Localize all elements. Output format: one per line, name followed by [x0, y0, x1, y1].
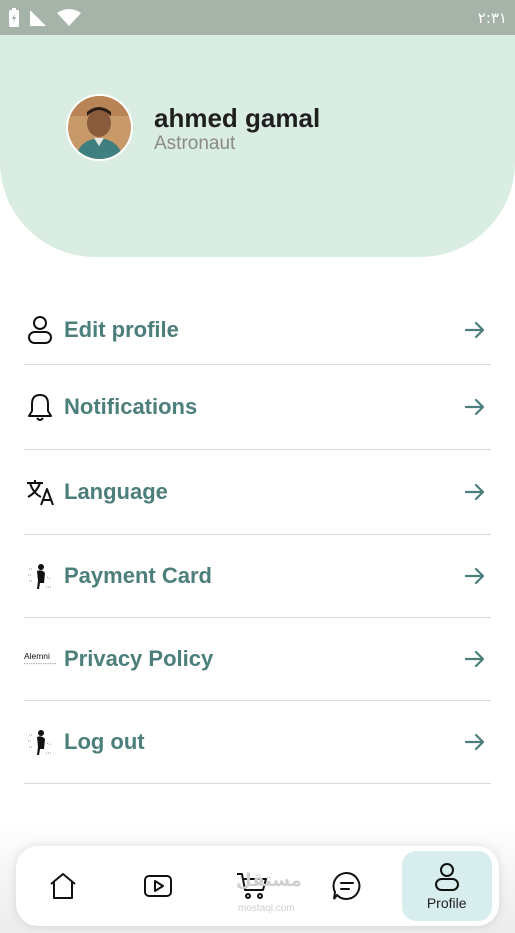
arrow-right-icon[interactable] — [463, 480, 487, 504]
figure-image-icon — [24, 726, 56, 758]
nav-profile[interactable]: Profile — [401, 851, 492, 921]
menu-label: Privacy Policy — [64, 646, 214, 671]
user-icon — [434, 862, 459, 891]
bell-icon — [24, 391, 56, 423]
wifi-icon — [57, 8, 81, 26]
settings-menu: Edit profile Notifications Language Paym… — [24, 296, 491, 784]
user-icon — [24, 314, 56, 346]
status-time: ٢:٣١ — [477, 8, 507, 27]
arrow-right-icon[interactable] — [463, 647, 487, 671]
svg-text:Alemni: Alemni — [24, 651, 50, 661]
menu-item-payment-card[interactable]: Payment Card — [24, 535, 491, 618]
nav-home[interactable] — [23, 851, 103, 921]
arrow-right-icon[interactable] — [463, 318, 487, 342]
arrow-right-icon[interactable] — [463, 395, 487, 419]
signal-icon — [30, 9, 46, 26]
menu-label: Edit profile — [64, 317, 179, 342]
menu-label: Log out — [64, 729, 145, 754]
play-icon — [143, 875, 172, 897]
user-name: ahmed gamal — [154, 103, 321, 133]
home-icon — [50, 873, 76, 899]
avatar[interactable] — [68, 96, 131, 159]
nav-cart[interactable] — [212, 851, 292, 921]
status-bar: ٢:٣١ — [0, 0, 515, 35]
menu-label: Language — [64, 479, 168, 504]
menu-item-language[interactable]: Language — [24, 450, 491, 535]
menu-label: Notifications — [64, 394, 198, 419]
menu-item-edit-profile[interactable]: Edit profile — [24, 296, 491, 365]
menu-item-log-out[interactable]: Log out — [24, 701, 491, 784]
chat-icon — [332, 871, 361, 900]
menu-item-privacy-policy[interactable]: Alemni Privacy Policy — [24, 618, 491, 701]
arrow-right-icon[interactable] — [463, 730, 487, 754]
battery-charging-icon — [9, 7, 19, 27]
translate-icon — [24, 476, 56, 508]
menu-item-notifications[interactable]: Notifications — [24, 365, 491, 450]
profile-header: ahmed gamal Astronaut — [0, 35, 515, 257]
alemni-logo-icon: Alemni — [24, 643, 56, 675]
nav-videos[interactable] — [118, 851, 198, 921]
menu-label: Payment Card — [64, 563, 212, 588]
figure-image-icon — [24, 560, 56, 592]
nav-chat[interactable] — [307, 851, 387, 921]
nav-label: Profile — [426, 894, 467, 911]
cart-icon — [237, 873, 268, 899]
user-role: Astronaut — [154, 133, 236, 154]
bottom-nav: Profile — [16, 846, 499, 926]
arrow-right-icon[interactable] — [463, 564, 487, 588]
